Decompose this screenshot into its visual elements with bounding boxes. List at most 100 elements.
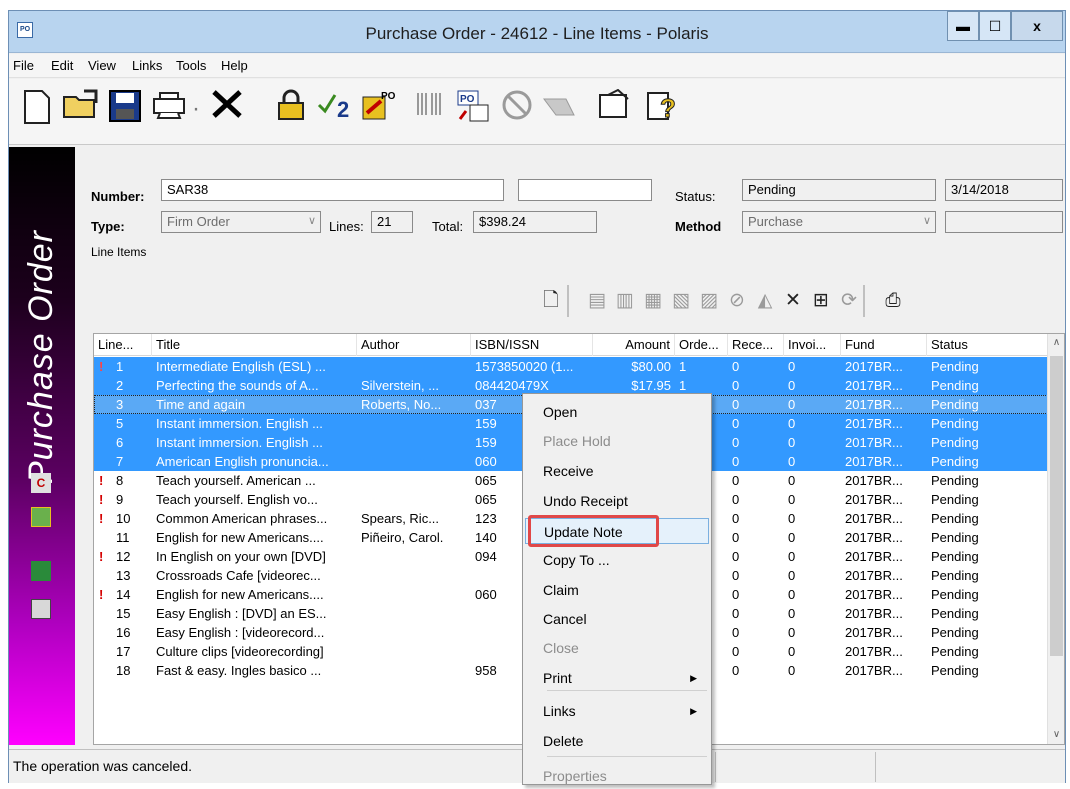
- svg-text:PO: PO: [381, 91, 396, 102]
- scroll-down-icon[interactable]: ∨: [1048, 726, 1064, 744]
- line-book-icon[interactable]: ▦: [641, 289, 665, 313]
- line-items-icon[interactable]: [31, 507, 51, 527]
- column-header-amount[interactable]: Amount: [593, 334, 675, 356]
- menu-item-delete[interactable]: Delete: [525, 728, 709, 754]
- menu-item-links[interactable]: Links ▶: [525, 698, 709, 724]
- menu-help[interactable]: Help: [221, 58, 248, 73]
- menu-view[interactable]: View: [88, 58, 116, 73]
- line-cancel-circle-icon[interactable]: ⊘: [725, 289, 749, 313]
- type-select-value: Firm Order: [167, 214, 230, 229]
- scroll-up-icon[interactable]: ∧: [1048, 334, 1064, 352]
- cell-rec: 0: [732, 359, 740, 374]
- number-extra-field[interactable]: [518, 179, 652, 201]
- menu-item-close[interactable]: Close: [525, 635, 709, 661]
- cell-line: 17: [116, 644, 131, 659]
- status-label: Status:: [675, 189, 716, 204]
- barcode-icon[interactable]: [409, 89, 449, 129]
- cell-line: 12: [116, 549, 131, 564]
- method-select[interactable]: Purchase ∨: [742, 211, 936, 233]
- menu-item-receive[interactable]: Receive: [525, 458, 709, 484]
- approve-icon[interactable]: 2: [315, 89, 355, 129]
- cell-fund: 2017BR...: [845, 644, 903, 659]
- po-icon[interactable]: PO: [359, 89, 399, 129]
- menu-links[interactable]: Links: [132, 58, 162, 73]
- type-select[interactable]: Firm Order ∨: [161, 211, 321, 233]
- po-invoice-icon[interactable]: PO: [453, 89, 493, 129]
- menu-separator: [547, 690, 707, 691]
- column-header-fund[interactable]: Fund: [841, 334, 927, 356]
- cell-inv: 0: [788, 454, 796, 469]
- column-header-line[interactable]: Line...: [94, 334, 152, 356]
- column-header-author[interactable]: Author: [357, 334, 471, 356]
- column-header-isbn[interactable]: ISBN/ISSN: [471, 334, 593, 356]
- cell-line: 5: [116, 416, 124, 431]
- cell-author: Roberts, No...: [361, 397, 442, 412]
- new-line-icon[interactable]: 🗋: [539, 289, 563, 313]
- line-delete-icon[interactable]: ✕: [781, 289, 805, 313]
- funds-icon[interactable]: [31, 561, 51, 581]
- line-refresh-icon[interactable]: ⟳: [837, 289, 861, 313]
- open-folder-icon[interactable]: [61, 89, 101, 129]
- vertical-scrollbar[interactable]: ∧ ∨: [1047, 334, 1064, 744]
- main-toolbar: · 2 PO PO ?: [9, 79, 1065, 145]
- cell-status: Pending: [931, 568, 979, 583]
- column-header-ord[interactable]: Orde...: [675, 334, 728, 356]
- cell-inv: 0: [788, 663, 796, 678]
- cell-author: [357, 357, 471, 376]
- purchase-order-sidebar: Purchase Order C: [9, 147, 75, 745]
- column-header-status[interactable]: Status: [927, 334, 1048, 356]
- menu-item-claim[interactable]: Claim: [525, 577, 709, 603]
- line-properties-icon[interactable]: ⊞: [809, 289, 833, 313]
- cell-isbn: 1573850020 (1...: [475, 359, 574, 374]
- menu-edit[interactable]: Edit: [51, 58, 73, 73]
- cancel-circle-icon[interactable]: [497, 89, 537, 129]
- line-claim-icon[interactable]: ▨: [697, 289, 721, 313]
- scroll-thumb[interactable]: [1050, 356, 1063, 656]
- close-button[interactable]: x: [1011, 11, 1063, 41]
- cell-status: Pending: [931, 530, 979, 545]
- column-header-title[interactable]: Title: [152, 334, 357, 356]
- print-dropdown-icon[interactable]: ·: [187, 89, 205, 129]
- maximize-button[interactable]: ☐: [979, 11, 1011, 41]
- print-icon[interactable]: [149, 89, 189, 129]
- line-barcode2-icon[interactable]: ▥: [613, 289, 637, 313]
- cell-title: In English on your own [DVD]: [156, 549, 326, 564]
- line-barcode-icon[interactable]: ▤: [585, 289, 609, 313]
- number-field[interactable]: SAR38: [161, 179, 504, 201]
- menu-item-print[interactable]: Print ▶: [525, 665, 709, 691]
- menu-item-open[interactable]: Open: [525, 399, 709, 425]
- record-icon[interactable]: C: [31, 473, 51, 493]
- menu-tools[interactable]: Tools: [176, 58, 206, 73]
- line-invoice-icon[interactable]: ▧: [669, 289, 693, 313]
- menu-item-cancel[interactable]: Cancel: [525, 606, 709, 632]
- column-header-rec[interactable]: Rece...: [728, 334, 784, 356]
- table-row[interactable]: ! 1 Intermediate English (ESL) ... 15738500…: [94, 357, 1048, 376]
- cell-line: 8: [116, 473, 124, 488]
- line-hand-icon[interactable]: ◭: [753, 289, 777, 313]
- cell-rec: 0: [732, 511, 740, 526]
- cell-title: American English pronuncia...: [156, 454, 329, 469]
- cell-title: Intermediate English (ESL) ...: [156, 359, 326, 374]
- menu-file[interactable]: File: [13, 58, 34, 73]
- line-print-icon[interactable]: ⎙: [881, 289, 905, 313]
- cell-fund: 2017BR...: [845, 473, 903, 488]
- cell-author: [357, 566, 471, 585]
- save-icon[interactable]: [105, 89, 145, 129]
- cell-ord: 1: [679, 359, 687, 374]
- properties-icon[interactable]: [595, 88, 635, 129]
- column-header-inv[interactable]: Invoi...: [784, 334, 841, 356]
- cell-line: 15: [116, 606, 131, 621]
- new-icon[interactable]: [17, 89, 57, 129]
- delete-icon[interactable]: [207, 89, 247, 129]
- menu-item-copy-to[interactable]: Copy To ...: [525, 547, 709, 573]
- minimize-button[interactable]: ▬: [947, 11, 979, 41]
- menu-item-properties[interactable]: Properties: [525, 763, 709, 789]
- hand-icon[interactable]: [539, 89, 579, 129]
- notes-icon[interactable]: [31, 599, 51, 619]
- help-icon[interactable]: ?: [643, 89, 683, 129]
- cell-author: [357, 661, 471, 680]
- menu-item-place-hold[interactable]: Place Hold: [525, 428, 709, 454]
- menu-item-undo-receipt[interactable]: Undo Receipt: [525, 488, 709, 514]
- lock-icon[interactable]: [271, 89, 311, 129]
- priority-flag-icon: !: [99, 549, 104, 564]
